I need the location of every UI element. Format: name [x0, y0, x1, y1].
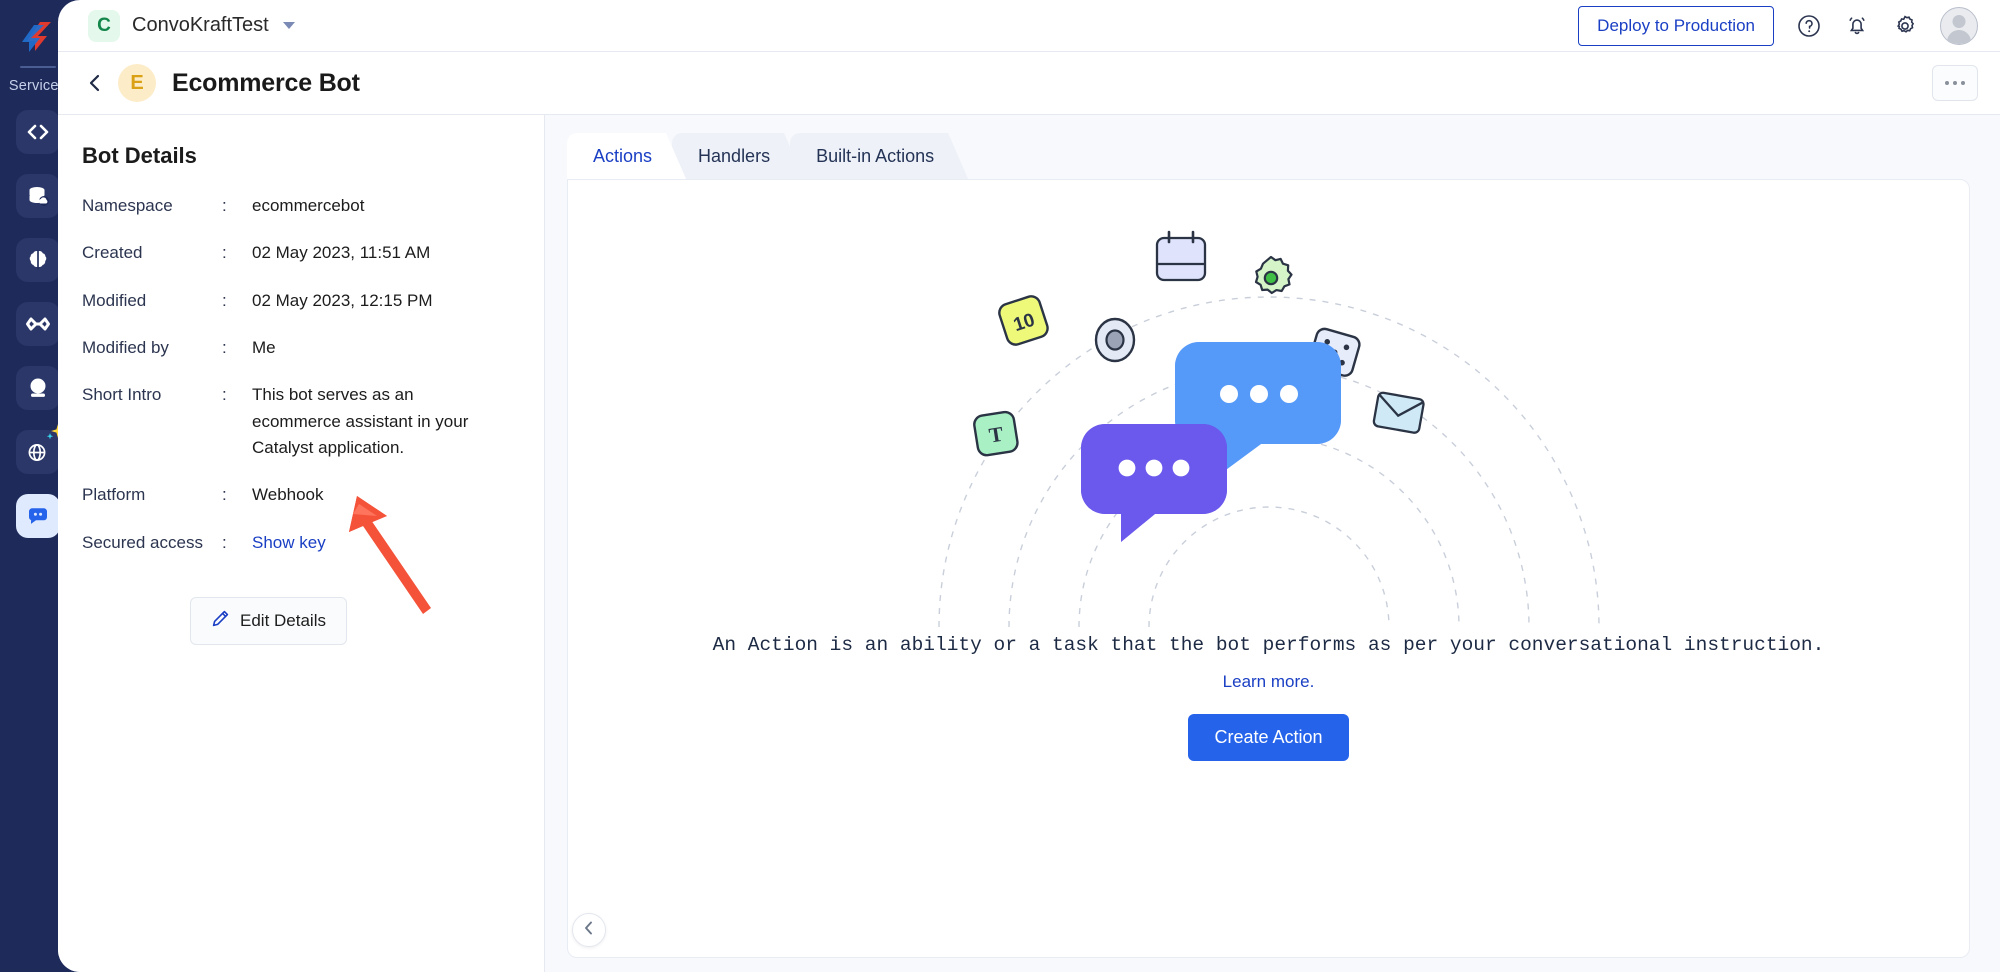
edit-details-button[interactable]: Edit Details: [190, 597, 347, 646]
detail-value: ecommercebot: [252, 196, 365, 215]
create-action-button[interactable]: Create Action: [1188, 714, 1349, 761]
sidebar-item-insights[interactable]: [15, 366, 60, 410]
empty-state-description: An Action is an ability or a task that t…: [712, 634, 1825, 656]
page-header: E Ecommerce Bot: [58, 52, 2000, 115]
detail-colon: :: [222, 243, 227, 263]
ellipsis-icon: [1961, 81, 1965, 85]
chat-bubble-icon: [25, 503, 51, 529]
bot-avatar: E: [118, 64, 156, 102]
detail-colon: :: [222, 196, 227, 215]
more-options-button[interactable]: [1932, 65, 1978, 101]
detail-row-created: Created : 02 May 2023, 11:51 AM: [82, 240, 514, 266]
bot-details-heading: Bot Details: [82, 143, 197, 168]
pencil-icon: [211, 609, 230, 633]
detail-row-platform: Platform : Webhook: [82, 482, 514, 508]
learn-more-link[interactable]: Learn more.: [1223, 672, 1315, 692]
rail-divider: [19, 66, 56, 68]
infinity-devops-icon: [24, 311, 52, 337]
detail-label: Created: [82, 243, 143, 263]
detail-label: Secured access: [82, 532, 203, 552]
detail-colon: :: [222, 385, 227, 405]
detail-row-secured-access: Secured access : Show key: [82, 530, 514, 556]
detail-row-modified: Modified : 02 May 2023, 12:15 PM: [82, 288, 514, 314]
code-brackets-icon: [25, 119, 51, 145]
detail-label: Platform: [82, 485, 146, 505]
detail-row-namespace: Namespace : ecommercebot: [82, 193, 514, 219]
question-circle-icon[interactable]: [1796, 13, 1822, 39]
detail-colon: :: [222, 532, 227, 552]
catalyst-logo-icon[interactable]: [15, 14, 61, 60]
collapse-panel-button[interactable]: [572, 913, 606, 947]
detail-colon: :: [222, 485, 227, 505]
chevron-down-icon[interactable]: [282, 22, 295, 29]
edit-details-label: Edit Details: [240, 611, 326, 631]
show-key-link[interactable]: Show key: [252, 530, 326, 556]
top-bar: C ConvoKraftTest Deploy to Production: [58, 0, 2000, 52]
bell-icon[interactable]: [1844, 13, 1870, 39]
tab-actions[interactable]: Actions: [567, 133, 686, 179]
detail-label: Namespace: [82, 196, 173, 215]
sidebar-item-ai-services[interactable]: [15, 238, 60, 282]
detail-label: Modified: [82, 290, 147, 310]
bot-details-panel: Bot Details Namespace : ecommercebot Cre…: [58, 115, 545, 972]
detail-row-modified-by: Modified by : Me: [82, 335, 514, 361]
crystal-ball-icon: [25, 375, 51, 401]
detail-label: Modified by: [82, 338, 169, 358]
detail-value: 02 May 2023, 11:51 AM: [252, 243, 431, 263]
detail-label: Short Intro: [82, 385, 162, 405]
chevron-left-icon[interactable]: [82, 70, 108, 96]
gear-icon[interactable]: [1892, 13, 1918, 39]
tab-strip: Actions Handlers Built-in Actions: [567, 133, 1970, 179]
chat-bubbles-illustration: 10 T: [919, 202, 1619, 632]
org-avatar: C: [88, 9, 120, 42]
content-panel: Actions Handlers Built-in Actions 10 T A…: [545, 115, 2000, 972]
rail-icon-list: [15, 110, 65, 538]
sidebar-item-conversations[interactable]: [15, 494, 60, 538]
detail-row-short-intro: Short Intro : This bot serves as an ecom…: [82, 382, 514, 461]
page-title: Ecommerce Bot: [172, 68, 360, 97]
page-body: Bot Details Namespace : ecommercebot Cre…: [58, 115, 2000, 972]
detail-value: 02 May 2023, 12:15 PM: [252, 290, 433, 310]
sidebar-item-develop[interactable]: [15, 110, 60, 154]
actions-tab-panel: 10 T An Action is an ability or a task t…: [567, 179, 1970, 958]
app-shell: C ConvoKraftTest Deploy to Production E …: [58, 0, 2000, 972]
sidebar-item-devops[interactable]: [15, 302, 60, 346]
sidebar-item-data-store[interactable]: [15, 174, 60, 218]
detail-colon: :: [222, 290, 227, 310]
deploy-to-production-button[interactable]: Deploy to Production: [1578, 5, 1774, 46]
org-switcher[interactable]: C ConvoKraftTest: [88, 9, 295, 42]
brain-icon: [25, 247, 51, 273]
detail-value: This bot serves as an ecommerce assistan…: [252, 385, 469, 458]
org-name: ConvoKraftTest: [132, 14, 269, 36]
ellipsis-icon: [1953, 81, 1957, 85]
tab-handlers[interactable]: Handlers: [672, 133, 804, 179]
ellipsis-icon: [1945, 81, 1949, 85]
tab-built-in-actions[interactable]: Built-in Actions: [790, 133, 968, 179]
sidebar-item-web-ai[interactable]: [15, 424, 65, 474]
top-bar-actions: Deploy to Production: [1578, 5, 1978, 46]
detail-colon: :: [222, 338, 227, 358]
database-cloud-icon: [25, 183, 51, 209]
user-avatar-icon[interactable]: [1940, 6, 1978, 45]
detail-value: Me: [252, 338, 276, 358]
detail-value: Webhook: [252, 485, 324, 505]
chevron-left-icon: [581, 920, 597, 941]
